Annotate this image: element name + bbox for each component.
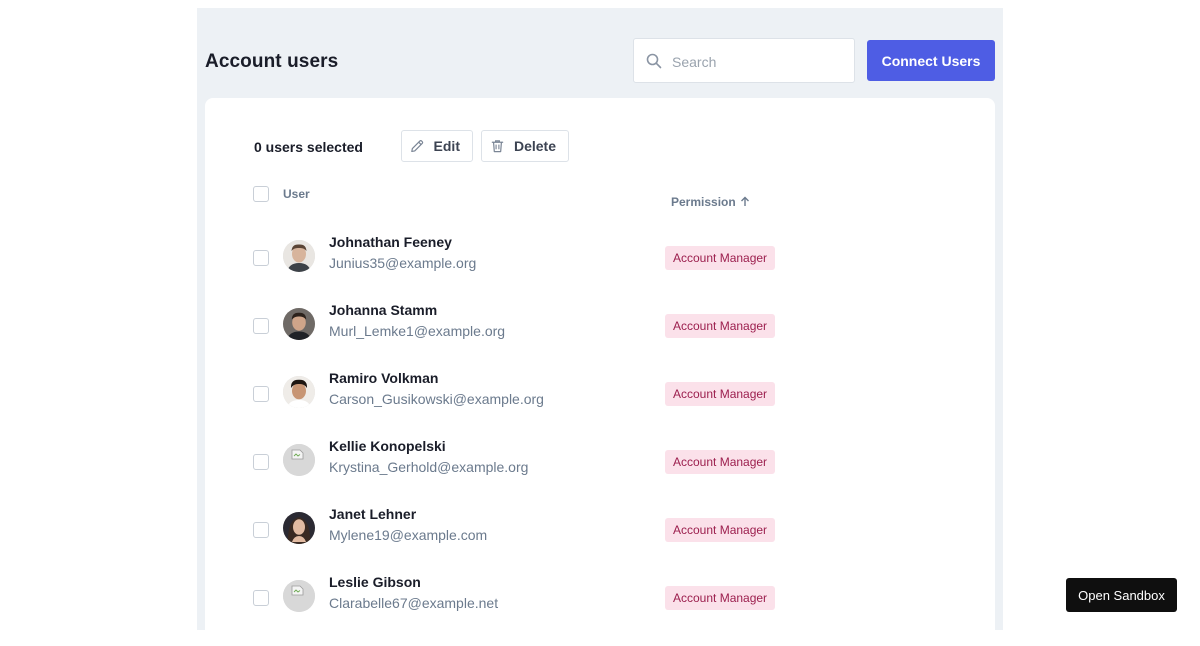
table-row[interactable]: Ramiro Volkman Carson_Gusikowski@example… bbox=[205, 370, 995, 442]
user-name: Ramiro Volkman bbox=[329, 370, 439, 386]
row-checkbox[interactable] bbox=[253, 386, 269, 402]
table-row[interactable]: Janet Lehner Mylene19@example.com Accoun… bbox=[205, 506, 995, 578]
user-email: Carson_Gusikowski@example.org bbox=[329, 391, 544, 407]
table-row[interactable]: Johnathan Feeney Junius35@example.org Ac… bbox=[205, 234, 995, 306]
connect-users-button[interactable]: Connect Users bbox=[867, 40, 995, 81]
permission-badge: Account Manager bbox=[665, 314, 776, 338]
search-box[interactable] bbox=[633, 38, 855, 83]
page-panel: Account users Connect Users 0 users sele… bbox=[197, 8, 1003, 638]
user-email: Junius35@example.org bbox=[329, 255, 477, 271]
user-name: Janet Lehner bbox=[329, 506, 417, 522]
search-input[interactable] bbox=[672, 51, 842, 73]
trash-icon bbox=[491, 140, 504, 153]
avatar bbox=[283, 444, 315, 476]
column-header-user: User bbox=[283, 187, 310, 201]
page-title: Account users bbox=[205, 51, 339, 72]
user-name: Kellie Konopelski bbox=[329, 438, 446, 454]
user-email: Mylene19@example.com bbox=[329, 527, 488, 543]
permission-badge: Account Manager bbox=[665, 586, 776, 610]
table-row[interactable]: Kellie Konopelski Krystina_Gerhold@examp… bbox=[205, 438, 995, 510]
row-checkbox[interactable] bbox=[253, 454, 269, 470]
table-row[interactable]: Johanna Stamm Murl_Lemke1@example.org Ac… bbox=[205, 302, 995, 374]
selected-count: 0 users selected bbox=[254, 139, 363, 155]
broken-image-icon bbox=[283, 580, 315, 612]
user-name: Johnathan Feeney bbox=[329, 234, 452, 250]
avatar bbox=[283, 512, 315, 544]
user-name: Leslie Gibson bbox=[329, 574, 421, 590]
delete-button[interactable]: Delete bbox=[481, 130, 569, 162]
permission-badge: Account Manager bbox=[665, 450, 776, 474]
edit-button[interactable]: Edit bbox=[401, 130, 473, 162]
search-icon bbox=[646, 53, 662, 69]
avatar bbox=[283, 240, 315, 272]
column-header-permission-label: Permission bbox=[671, 195, 736, 209]
row-checkbox[interactable] bbox=[253, 250, 269, 266]
select-all-checkbox[interactable] bbox=[253, 186, 269, 202]
avatar bbox=[283, 308, 315, 340]
user-email: Krystina_Gerhold@example.org bbox=[329, 459, 529, 475]
sort-ascending-icon bbox=[740, 196, 749, 206]
permission-badge: Account Manager bbox=[665, 246, 776, 270]
broken-image-icon bbox=[283, 444, 315, 476]
avatar bbox=[283, 376, 315, 408]
delete-button-label: Delete bbox=[513, 138, 556, 154]
row-checkbox[interactable] bbox=[253, 522, 269, 538]
row-checkbox[interactable] bbox=[253, 590, 269, 606]
edit-button-label: Edit bbox=[433, 138, 460, 154]
avatar bbox=[283, 580, 315, 612]
column-header-permission[interactable]: Permission bbox=[671, 195, 750, 209]
pencil-icon bbox=[411, 140, 424, 153]
permission-badge: Account Manager bbox=[665, 382, 776, 406]
user-email: Clarabelle67@example.net bbox=[329, 595, 499, 611]
user-email: Murl_Lemke1@example.org bbox=[329, 323, 506, 339]
permission-badge: Account Manager bbox=[665, 518, 776, 542]
open-sandbox-button[interactable]: Open Sandbox bbox=[1066, 578, 1177, 612]
users-card: 0 users selected Edit Delete User Permis… bbox=[205, 98, 995, 638]
user-name: Johanna Stamm bbox=[329, 302, 438, 318]
table-row[interactable]: Leslie Gibson Clarabelle67@example.net A… bbox=[205, 574, 995, 646]
row-checkbox[interactable] bbox=[253, 318, 269, 334]
